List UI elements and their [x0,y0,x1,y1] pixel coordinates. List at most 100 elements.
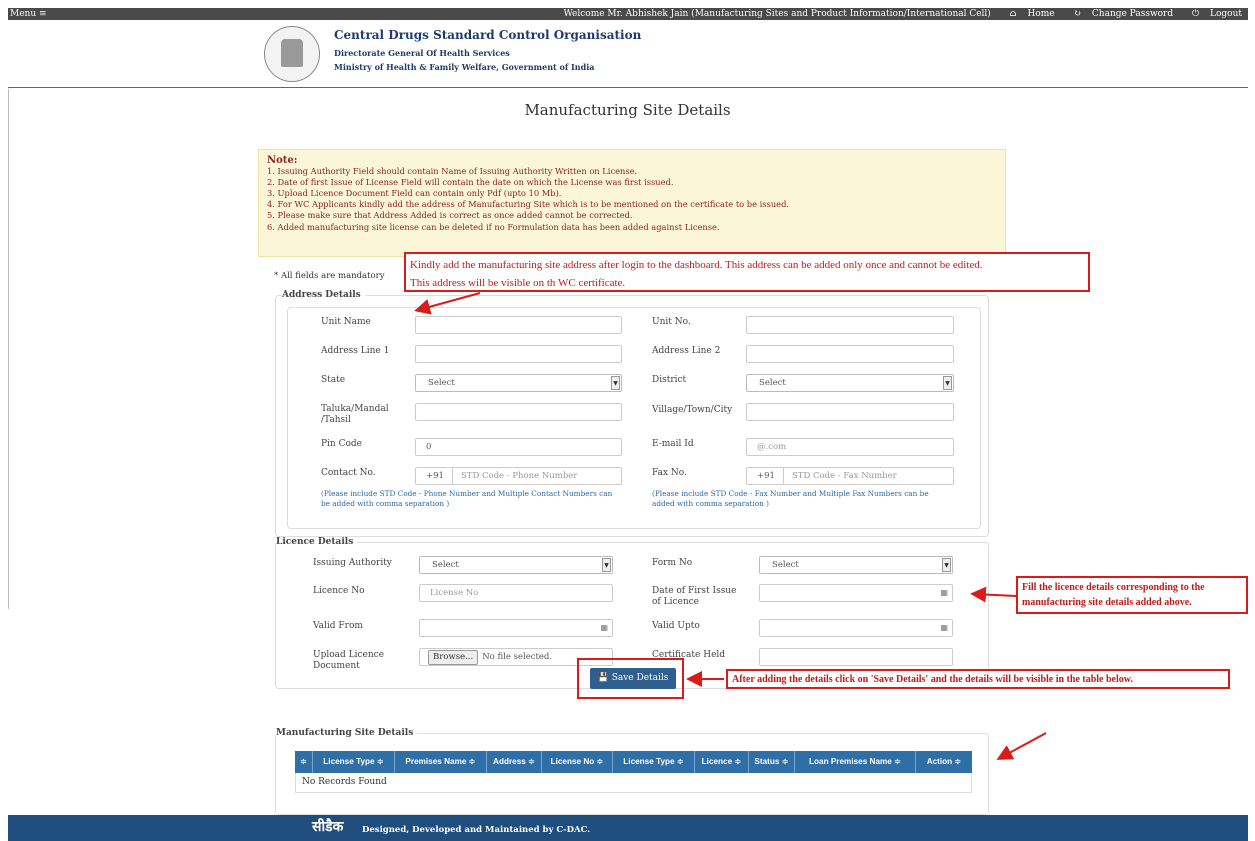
org-title: Central Drugs Standard Control Organisat… [334,28,642,42]
upload-licence-label: Upload Licence Document [313,650,384,672]
chevron-down-icon: ▼ [943,376,952,390]
change-password-link[interactable]: ↻ Change Password [1065,9,1173,19]
fax-prefix: +91 [757,468,784,484]
note-item: 4. For WC Applicants kindly add the addr… [267,199,790,210]
valid-upto-input[interactable]: ▦ [759,619,953,637]
village-label: Village/Town/City [652,405,733,415]
fax-label: Fax No. [652,468,687,478]
chevron-down-icon: ▼ [942,558,951,572]
district-select-value: Select [759,378,786,388]
contact-hint-line2: be added with comma separation ) [321,499,450,508]
email-input[interactable]: @.com [746,438,954,456]
calendar-icon[interactable]: ▦ [940,585,948,601]
calendar-icon[interactable]: ▦ [600,620,608,636]
power-icon: ⏻ [1192,9,1200,19]
annotation-licence-line1: Fill the licence details corresponding t… [1022,582,1205,593]
fax-input[interactable]: +91 STD Code - Fax Number [746,467,954,485]
note-item: 1. Issuing Authority Field should contai… [267,166,638,177]
menu-button[interactable]: Menu ≡ [10,8,47,20]
site-footer: सीडैक Designed, Developed and Maintained… [8,815,1248,841]
no-file-text: No file selected. [482,652,553,662]
refresh-icon: ↻ [1073,9,1082,19]
column-licence[interactable]: Licence ≑ [695,751,749,773]
fax-hint-line2: added with comma separation ) [652,499,769,508]
taluka-label: Taluka/Mandal/Tahsil [321,404,389,426]
date-first-issue-label: Date of First Issue of Licence [652,586,736,608]
top-bar: Menu ≡ Welcome Mr. Abhishek Jain (Manufa… [8,8,1248,20]
date-first-issue-line1: Date of First Issue [652,586,737,596]
note-item: 6. Added manufacturing site license can … [267,221,720,232]
calendar-icon[interactable]: ▦ [940,620,948,636]
column-license-type[interactable]: License Type ≑ [313,751,395,773]
sort-column[interactable]: ≑ [295,751,313,773]
chevron-down-icon: ▼ [611,376,620,390]
issuing-authority-select[interactable]: Select ▼ [419,556,613,574]
browse-button[interactable]: Browse... [428,650,479,665]
annotation-licence: Fill the licence details corresponding t… [1016,576,1248,614]
logout-link[interactable]: ⏻ Logout [1184,9,1242,19]
logout-label: Logout [1210,9,1242,19]
certificate-held-input[interactable] [759,648,953,666]
address-line2-input[interactable] [746,345,954,363]
village-input[interactable] [746,403,954,421]
issuing-authority-value: Select [432,560,459,570]
home-label: Home [1027,9,1055,19]
fax-placeholder: STD Code - Fax Number [791,471,897,481]
note-item: 3. Upload Licence Document Field can con… [267,188,562,199]
form-no-select[interactable]: Select ▼ [759,556,953,574]
home-link[interactable]: ⌂ Home [1002,9,1055,19]
sites-table: ≑ License Type ≑ Premises Name ≑ Address… [295,751,972,793]
fax-hint-line1: (Please include STD Code - Fax Number an… [652,489,929,498]
pin-code-input[interactable]: 0 [415,438,622,456]
save-details-button[interactable]: 💾 Save Details [590,668,676,689]
state-select[interactable]: Select ▼ [415,374,622,392]
column-premises-name[interactable]: Premises Name ≑ [395,751,487,773]
change-password-label: Change Password [1091,9,1174,19]
column-license-type-2[interactable]: License Type ≑ [613,751,695,773]
contact-input[interactable]: +91 STD Code - Phone Number [415,467,622,485]
address-line1-input[interactable] [415,345,622,363]
taluka-label-line1: Taluka/Mandal [321,404,389,414]
unit-name-input[interactable] [415,316,622,334]
upload-licence-line1: Upload Licence [313,650,385,660]
arrow-icon [996,732,1047,760]
column-address[interactable]: Address ≑ [487,751,542,773]
org-subtitle-1: Directorate General Of Health Services [334,48,510,58]
column-license-no[interactable]: License No ≑ [542,751,613,773]
footer-text: Designed, Developed and Maintained by C-… [362,825,591,835]
chevron-down-icon: ▼ [602,558,611,572]
contact-prefix: +91 [426,468,453,484]
contact-hint: (Please include STD Code - Phone Number … [321,489,612,509]
licence-no-input[interactable]: License No [419,584,613,602]
column-loan-premises-name[interactable]: Loan Premises Name ≑ [795,751,916,773]
annotation-licence-line2: manufacturing site details added above. [1022,597,1192,608]
manufacturing-site-legend: Manufacturing Site Details [276,728,418,738]
pin-code-label: Pin Code [321,439,362,449]
fax-hint: (Please include STD Code - Fax Number an… [652,489,929,509]
unit-no-input[interactable] [746,316,954,334]
date-first-issue-input[interactable]: ▦ [759,584,953,602]
left-border [8,89,9,609]
form-no-value: Select [772,560,799,570]
issuing-authority-label: Issuing Authority [313,558,392,568]
annotation-address-line1: Kindly add the manufacturing site addres… [410,259,983,271]
annotation-save: After adding the details click on 'Save … [726,669,1230,689]
state-select-value: Select [428,378,455,388]
welcome-text: Welcome Mr. Abhishek Jain (Manufacturing… [563,9,991,19]
unit-name-label: Unit Name [321,317,371,327]
state-label: State [321,375,346,385]
upload-licence-line2: Document [313,661,360,671]
form-no-label: Form No [652,558,693,568]
column-status[interactable]: Status ≑ [749,751,795,773]
district-select[interactable]: Select ▼ [746,374,954,392]
contact-placeholder: STD Code - Phone Number [460,471,578,481]
valid-from-input[interactable]: ▦ [419,619,613,637]
top-bar-right: Welcome Mr. Abhishek Jain (Manufacturing… [556,8,1242,20]
table-header: ≑ License Type ≑ Premises Name ≑ Address… [295,751,972,773]
taluka-input[interactable] [415,403,622,421]
home-icon: ⌂ [1009,9,1017,19]
column-action[interactable]: Action ≑ [916,751,972,773]
emblem-logo [264,26,320,82]
note-box: Note: 1. Issuing Authority Field should … [258,149,1006,257]
annotation-address-line2: This address will be visible on th WC ce… [410,277,626,289]
